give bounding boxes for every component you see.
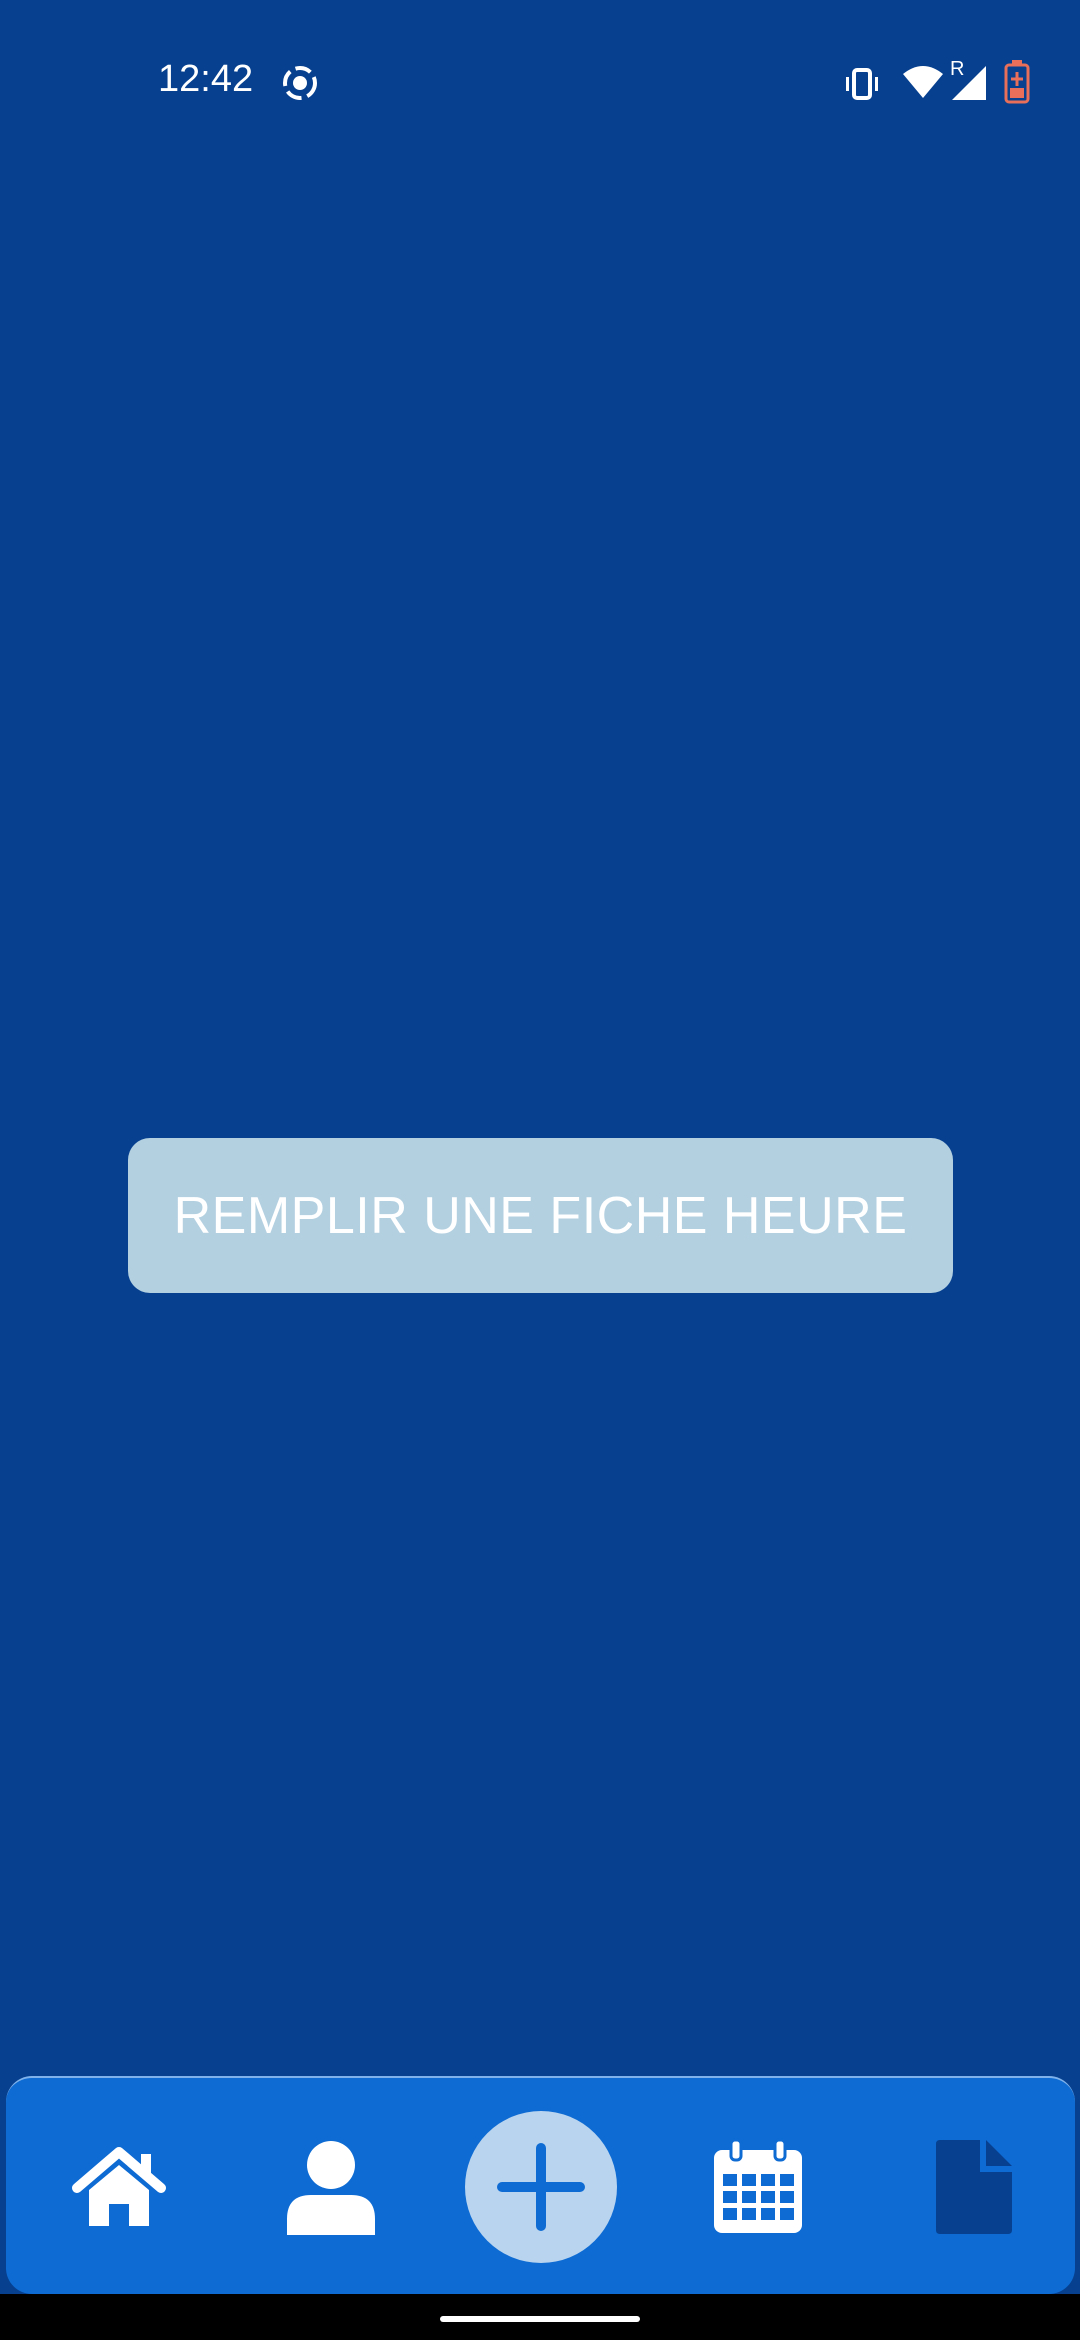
add-fab[interactable]	[465, 2111, 617, 2263]
calendar-icon	[714, 2138, 802, 2233]
home-gesture-handle[interactable]	[440, 2316, 640, 2322]
fill-timesheet-button[interactable]: REMPLIR UNE FICHE HEURE	[128, 1138, 953, 1293]
nav-calendar[interactable]	[673, 2078, 843, 2296]
nav-documents[interactable]	[888, 2078, 1058, 2296]
wifi-icon	[903, 66, 943, 98]
status-clock: 12:42	[158, 58, 254, 100]
status-bar: 12:42 R	[0, 0, 1080, 170]
battery-icon	[1004, 60, 1030, 104]
user-icon	[287, 2141, 375, 2235]
nav-add[interactable]	[456, 2078, 626, 2296]
plus-icon	[497, 2143, 585, 2231]
document-icon	[936, 2140, 1012, 2234]
bottom-nav	[6, 2076, 1075, 2294]
vibrate-icon	[846, 68, 878, 100]
home-icon	[72, 2147, 166, 2226]
screen-record-icon	[283, 66, 317, 100]
nav-profile[interactable]	[246, 2078, 416, 2296]
gesture-nav-bar	[0, 2294, 1080, 2340]
cell-signal-icon	[952, 66, 986, 100]
nav-home[interactable]	[34, 2078, 204, 2296]
